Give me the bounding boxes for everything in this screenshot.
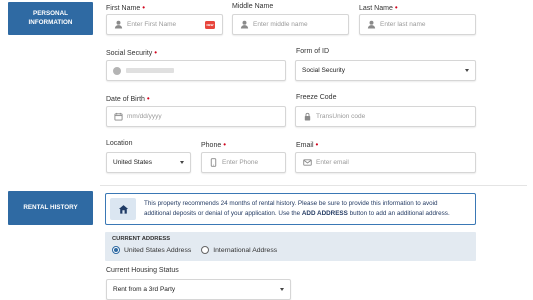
middle-name-placeholder: Enter middle name <box>253 21 308 28</box>
autofill-badge-icon[interactable]: NEW <box>205 21 215 29</box>
freeze-code-label: Freeze Code <box>296 94 337 101</box>
first-name-placeholder: Enter First Name <box>127 21 177 28</box>
form-of-id-select[interactable]: Social Security <box>295 60 476 81</box>
form-of-id-label: Form of ID <box>296 48 330 55</box>
last-name-field[interactable]: Enter last name <box>359 14 476 35</box>
first-name-field[interactable]: Enter First Name NEW <box>106 14 223 35</box>
middle-name-label: Middle Name <box>232 3 274 10</box>
phone-icon <box>208 158 218 168</box>
phone-field[interactable]: Enter Phone <box>201 152 286 173</box>
housing-status-select[interactable]: Rent from a 3rd Party <box>106 279 291 300</box>
radio-unselected-icon[interactable] <box>201 246 210 254</box>
email-field[interactable]: Enter email <box>295 152 476 173</box>
required-marker: • <box>142 3 146 12</box>
housing-status-label: Current Housing Status <box>106 267 179 274</box>
form-of-id-value: Social Security <box>302 67 345 74</box>
dob-field[interactable]: mm/dd/yyyy <box>106 106 286 127</box>
section-tab-personal-information: PERSONAL INFORMATION <box>8 2 93 35</box>
mail-icon <box>302 158 312 168</box>
required-marker: • <box>146 94 150 103</box>
chevron-down-icon <box>465 69 469 72</box>
phone-placeholder: Enter Phone <box>222 159 259 166</box>
radio-international-address[interactable]: International Address <box>201 246 277 254</box>
dob-placeholder: mm/dd/yyyy <box>127 113 162 120</box>
middle-name-field[interactable]: Enter middle name <box>232 14 349 35</box>
location-value: United States <box>113 159 153 166</box>
ssn-label: Social Security • <box>106 48 158 57</box>
person-icon <box>239 20 249 30</box>
chevron-down-icon <box>180 161 184 164</box>
email-placeholder: Enter email <box>316 159 349 166</box>
section-title: RENTAL HISTORY <box>23 203 78 211</box>
calendar-icon <box>113 112 123 122</box>
section-tab-rental-history: RENTAL HISTORY <box>8 191 93 225</box>
freeze-code-field[interactable]: TransUnion code <box>295 106 476 127</box>
person-icon <box>113 20 123 30</box>
first-name-label: First Name • <box>106 3 146 12</box>
chevron-down-icon <box>280 288 284 291</box>
section-divider <box>100 185 527 186</box>
ssn-masked-value <box>126 68 174 73</box>
last-name-placeholder: Enter last name <box>380 21 426 28</box>
email-label: Email • <box>296 140 319 149</box>
required-marker: • <box>223 140 227 149</box>
location-select[interactable]: United States <box>106 152 191 173</box>
person-icon <box>366 20 376 30</box>
rental-history-info-banner: This property recommends 24 months of re… <box>105 193 476 225</box>
required-marker: • <box>394 3 398 12</box>
radio-selected-icon[interactable] <box>112 246 120 254</box>
radio-us-address[interactable]: United States Address <box>112 246 191 254</box>
address-type-radio-group: United States Address International Addr… <box>112 246 469 254</box>
info-icon <box>113 66 121 75</box>
ssn-field[interactable] <box>106 60 286 81</box>
required-marker: • <box>154 48 158 57</box>
phone-label: Phone • <box>201 140 227 149</box>
lock-icon <box>302 112 312 122</box>
last-name-label: Last Name • <box>359 3 398 12</box>
section-title: PERSONAL INFORMATION <box>28 10 73 26</box>
current-address-title: CURRENT ADDRESS <box>112 236 171 242</box>
required-marker: • <box>315 140 319 149</box>
housing-status-value: Rent from a 3rd Party <box>113 286 176 293</box>
home-icon <box>110 198 136 220</box>
dob-label: Date of Birth • <box>106 94 150 103</box>
current-address-panel: CURRENT ADDRESS United States Address In… <box>105 232 476 261</box>
freeze-code-placeholder: TransUnion code <box>316 113 366 120</box>
location-label: Location <box>106 140 133 147</box>
rental-history-info-text: This property recommends 24 months of re… <box>144 200 450 217</box>
